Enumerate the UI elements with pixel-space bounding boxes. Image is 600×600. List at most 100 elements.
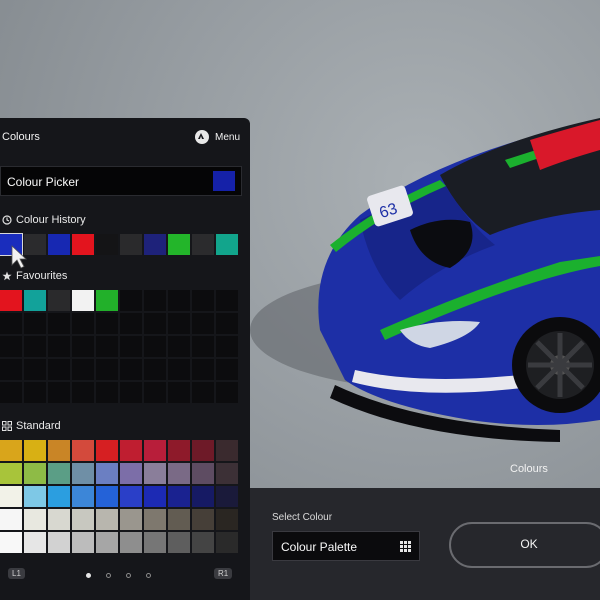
standard-swatch[interactable] bbox=[72, 509, 94, 530]
standard-swatch[interactable] bbox=[0, 509, 22, 530]
standard-swatch[interactable] bbox=[168, 532, 190, 553]
standard-swatch[interactable] bbox=[168, 440, 190, 461]
history-swatch[interactable] bbox=[192, 234, 214, 255]
history-swatch[interactable] bbox=[216, 234, 238, 255]
colour-picker-button[interactable]: Colour Picker bbox=[0, 166, 242, 196]
favourite-swatch[interactable] bbox=[0, 313, 22, 334]
favourite-swatch[interactable] bbox=[48, 359, 70, 380]
ok-button[interactable]: OK bbox=[449, 522, 600, 568]
favourite-swatch[interactable] bbox=[96, 336, 118, 357]
standard-swatch[interactable] bbox=[144, 463, 166, 484]
favourite-swatch[interactable] bbox=[72, 336, 94, 357]
standard-swatch[interactable] bbox=[144, 486, 166, 507]
favourite-swatch[interactable] bbox=[120, 336, 142, 357]
standard-swatch[interactable] bbox=[72, 440, 94, 461]
favourite-swatch[interactable] bbox=[0, 359, 22, 380]
standard-swatch[interactable] bbox=[216, 463, 238, 484]
favourite-swatch[interactable] bbox=[48, 382, 70, 403]
favourite-swatch[interactable] bbox=[144, 313, 166, 334]
standard-swatch[interactable] bbox=[192, 463, 214, 484]
standard-swatch[interactable] bbox=[192, 486, 214, 507]
standard-swatch[interactable] bbox=[24, 532, 46, 553]
history-swatch[interactable] bbox=[168, 234, 190, 255]
r1-button[interactable]: R1 bbox=[214, 568, 233, 579]
standard-swatch[interactable] bbox=[144, 440, 166, 461]
standard-swatch[interactable] bbox=[168, 509, 190, 530]
standard-swatch[interactable] bbox=[72, 463, 94, 484]
standard-swatch[interactable] bbox=[24, 486, 46, 507]
favourite-swatch[interactable] bbox=[168, 313, 190, 334]
favourite-swatch[interactable] bbox=[96, 382, 118, 403]
favourite-swatch[interactable] bbox=[144, 359, 166, 380]
standard-swatch[interactable] bbox=[216, 532, 238, 553]
menu-button[interactable]: Menu bbox=[194, 130, 240, 144]
favourite-swatch[interactable] bbox=[168, 382, 190, 403]
favourite-swatch[interactable] bbox=[48, 290, 70, 311]
history-swatch[interactable] bbox=[144, 234, 166, 255]
favourite-swatch[interactable] bbox=[72, 313, 94, 334]
standard-swatch[interactable] bbox=[216, 440, 238, 461]
favourite-swatch[interactable] bbox=[216, 359, 238, 380]
favourite-swatch[interactable] bbox=[72, 382, 94, 403]
standard-swatch[interactable] bbox=[96, 532, 118, 553]
favourite-swatch[interactable] bbox=[168, 290, 190, 311]
favourite-swatch[interactable] bbox=[216, 336, 238, 357]
standard-swatch[interactable] bbox=[120, 463, 142, 484]
favourite-swatch[interactable] bbox=[192, 382, 214, 403]
standard-swatch[interactable] bbox=[192, 509, 214, 530]
favourite-swatch[interactable] bbox=[24, 359, 46, 380]
favourite-swatch[interactable] bbox=[72, 359, 94, 380]
standard-swatch[interactable] bbox=[48, 509, 70, 530]
favourite-swatch[interactable] bbox=[0, 290, 22, 311]
favourite-swatch[interactable] bbox=[72, 290, 94, 311]
standard-swatch[interactable] bbox=[120, 440, 142, 461]
colour-palette-button[interactable]: Colour Palette bbox=[272, 531, 420, 561]
standard-swatch[interactable] bbox=[96, 486, 118, 507]
standard-swatch[interactable] bbox=[48, 463, 70, 484]
standard-swatch[interactable] bbox=[168, 486, 190, 507]
history-swatch[interactable] bbox=[96, 234, 118, 255]
favourite-swatch[interactable] bbox=[48, 313, 70, 334]
favourite-swatch[interactable] bbox=[96, 359, 118, 380]
history-swatch[interactable] bbox=[48, 234, 70, 255]
favourite-swatch[interactable] bbox=[96, 290, 118, 311]
l1-button[interactable]: L1 bbox=[8, 568, 25, 579]
standard-swatch[interactable] bbox=[216, 486, 238, 507]
favourite-swatch[interactable] bbox=[144, 382, 166, 403]
favourite-swatch[interactable] bbox=[0, 382, 22, 403]
favourite-swatch[interactable] bbox=[120, 382, 142, 403]
standard-swatch[interactable] bbox=[120, 509, 142, 530]
history-swatch[interactable] bbox=[120, 234, 142, 255]
standard-swatch[interactable] bbox=[24, 509, 46, 530]
favourite-swatch[interactable] bbox=[96, 313, 118, 334]
page-dot-4[interactable] bbox=[146, 573, 151, 578]
favourite-swatch[interactable] bbox=[168, 359, 190, 380]
standard-swatch[interactable] bbox=[72, 486, 94, 507]
standard-swatch[interactable] bbox=[24, 440, 46, 461]
standard-swatch[interactable] bbox=[96, 509, 118, 530]
favourite-swatch[interactable] bbox=[48, 336, 70, 357]
standard-swatch[interactable] bbox=[144, 509, 166, 530]
favourite-swatch[interactable] bbox=[144, 290, 166, 311]
standard-swatch[interactable] bbox=[72, 532, 94, 553]
favourite-swatch[interactable] bbox=[216, 290, 238, 311]
standard-swatch[interactable] bbox=[0, 463, 22, 484]
standard-swatch[interactable] bbox=[48, 440, 70, 461]
favourite-swatch[interactable] bbox=[192, 290, 214, 311]
standard-swatch[interactable] bbox=[144, 532, 166, 553]
favourite-swatch[interactable] bbox=[120, 359, 142, 380]
standard-swatch[interactable] bbox=[0, 440, 22, 461]
page-dot-3[interactable] bbox=[126, 573, 131, 578]
page-dot-1[interactable] bbox=[86, 573, 91, 578]
favourite-swatch[interactable] bbox=[192, 313, 214, 334]
favourite-swatch[interactable] bbox=[216, 382, 238, 403]
standard-swatch[interactable] bbox=[96, 463, 118, 484]
standard-swatch[interactable] bbox=[0, 532, 22, 553]
favourite-swatch[interactable] bbox=[168, 336, 190, 357]
page-dot-2[interactable] bbox=[106, 573, 111, 578]
standard-swatch[interactable] bbox=[48, 486, 70, 507]
favourite-swatch[interactable] bbox=[24, 382, 46, 403]
favourite-swatch[interactable] bbox=[0, 336, 22, 357]
favourite-swatch[interactable] bbox=[216, 313, 238, 334]
favourite-swatch[interactable] bbox=[24, 336, 46, 357]
